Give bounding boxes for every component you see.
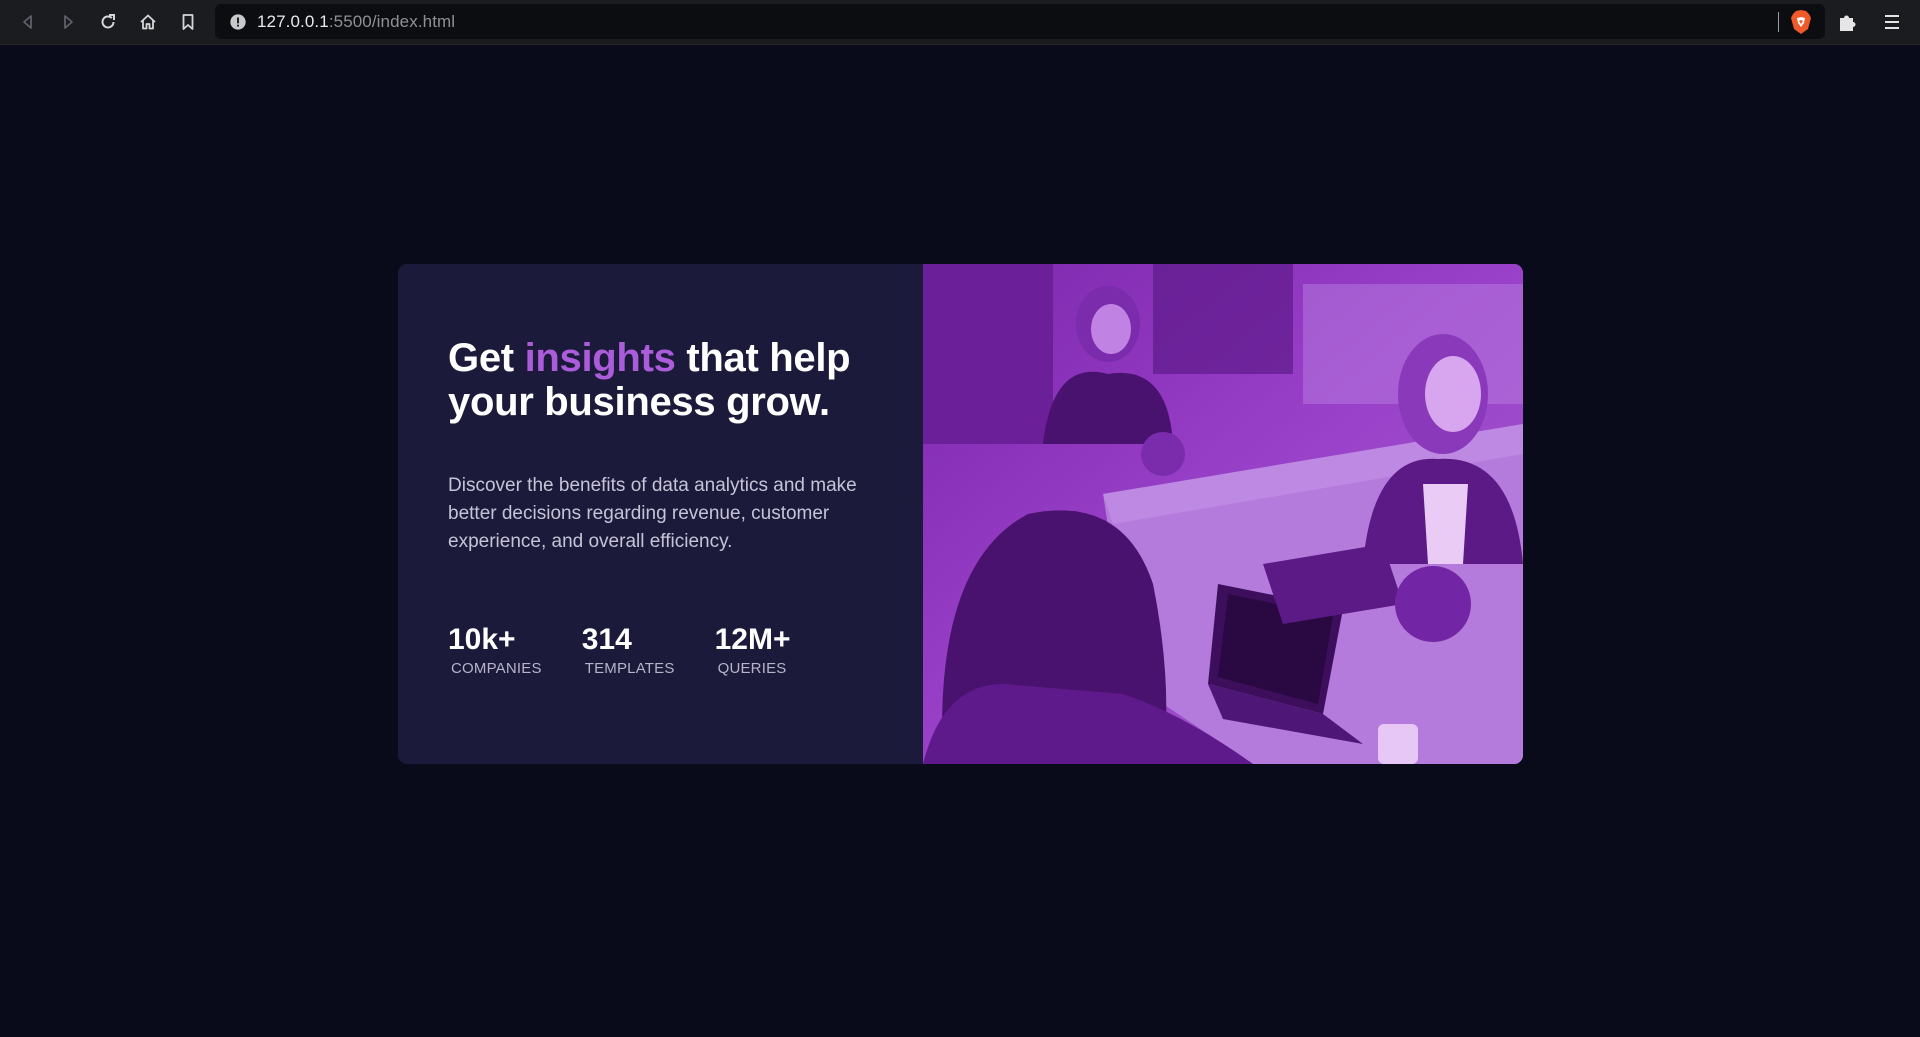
extensions-puzzle-icon[interactable] bbox=[1836, 10, 1860, 34]
site-info-icon[interactable] bbox=[228, 12, 248, 32]
stat-companies: 10k+ COMPANIES bbox=[448, 623, 542, 678]
stat-label: QUERIES bbox=[717, 660, 787, 677]
address-bar[interactable]: 127.0.0.1:5500/index.html bbox=[215, 4, 1825, 39]
url-divider bbox=[1778, 12, 1779, 32]
bookmark-icon bbox=[182, 14, 194, 30]
stat-templates: 314 TEMPLATES bbox=[581, 623, 675, 678]
headline-start: Get bbox=[448, 336, 525, 380]
headline: Get insights that help your business gro… bbox=[448, 336, 888, 424]
stat-value: 10k+ bbox=[448, 623, 516, 656]
url-host: 127.0.0.1 bbox=[257, 11, 329, 31]
stats-preview-card: Get insights that help your business gro… bbox=[398, 264, 1523, 764]
stat-queries: 12M+ QUERIES bbox=[714, 623, 791, 678]
home-button[interactable] bbox=[128, 0, 168, 45]
home-icon bbox=[140, 14, 156, 30]
url-text: 127.0.0.1:5500/index.html bbox=[257, 12, 455, 32]
forward-arrow-icon bbox=[64, 15, 73, 29]
headline-accent: insights bbox=[524, 336, 676, 380]
bookmark-button[interactable] bbox=[168, 0, 208, 45]
stat-label: TEMPLATES bbox=[584, 660, 675, 677]
back-arrow-icon bbox=[23, 15, 32, 29]
brave-shields-icon[interactable] bbox=[1789, 9, 1813, 35]
forward-button[interactable] bbox=[48, 0, 88, 45]
browser-toolbar: 127.0.0.1:5500/index.html bbox=[0, 0, 1920, 45]
hamburger-menu-icon[interactable] bbox=[1880, 10, 1904, 34]
card-content: Get insights that help your business gro… bbox=[398, 264, 923, 764]
reload-icon bbox=[101, 14, 115, 29]
office-meeting-photo-icon bbox=[923, 264, 1523, 764]
back-button[interactable] bbox=[8, 0, 48, 45]
url-path: :5500/index.html bbox=[328, 11, 456, 31]
description: Discover the benefits of data analytics … bbox=[448, 475, 857, 552]
stat-label: COMPANIES bbox=[451, 660, 542, 677]
office-meeting-image bbox=[923, 264, 1523, 764]
stats-row: 10k+ COMPANIES 314 TEMPLATES 12M+ QUERIE… bbox=[448, 623, 923, 678]
stat-value: 314 bbox=[581, 623, 632, 656]
reload-button[interactable] bbox=[88, 0, 128, 45]
stat-value: 12M+ bbox=[714, 623, 791, 656]
